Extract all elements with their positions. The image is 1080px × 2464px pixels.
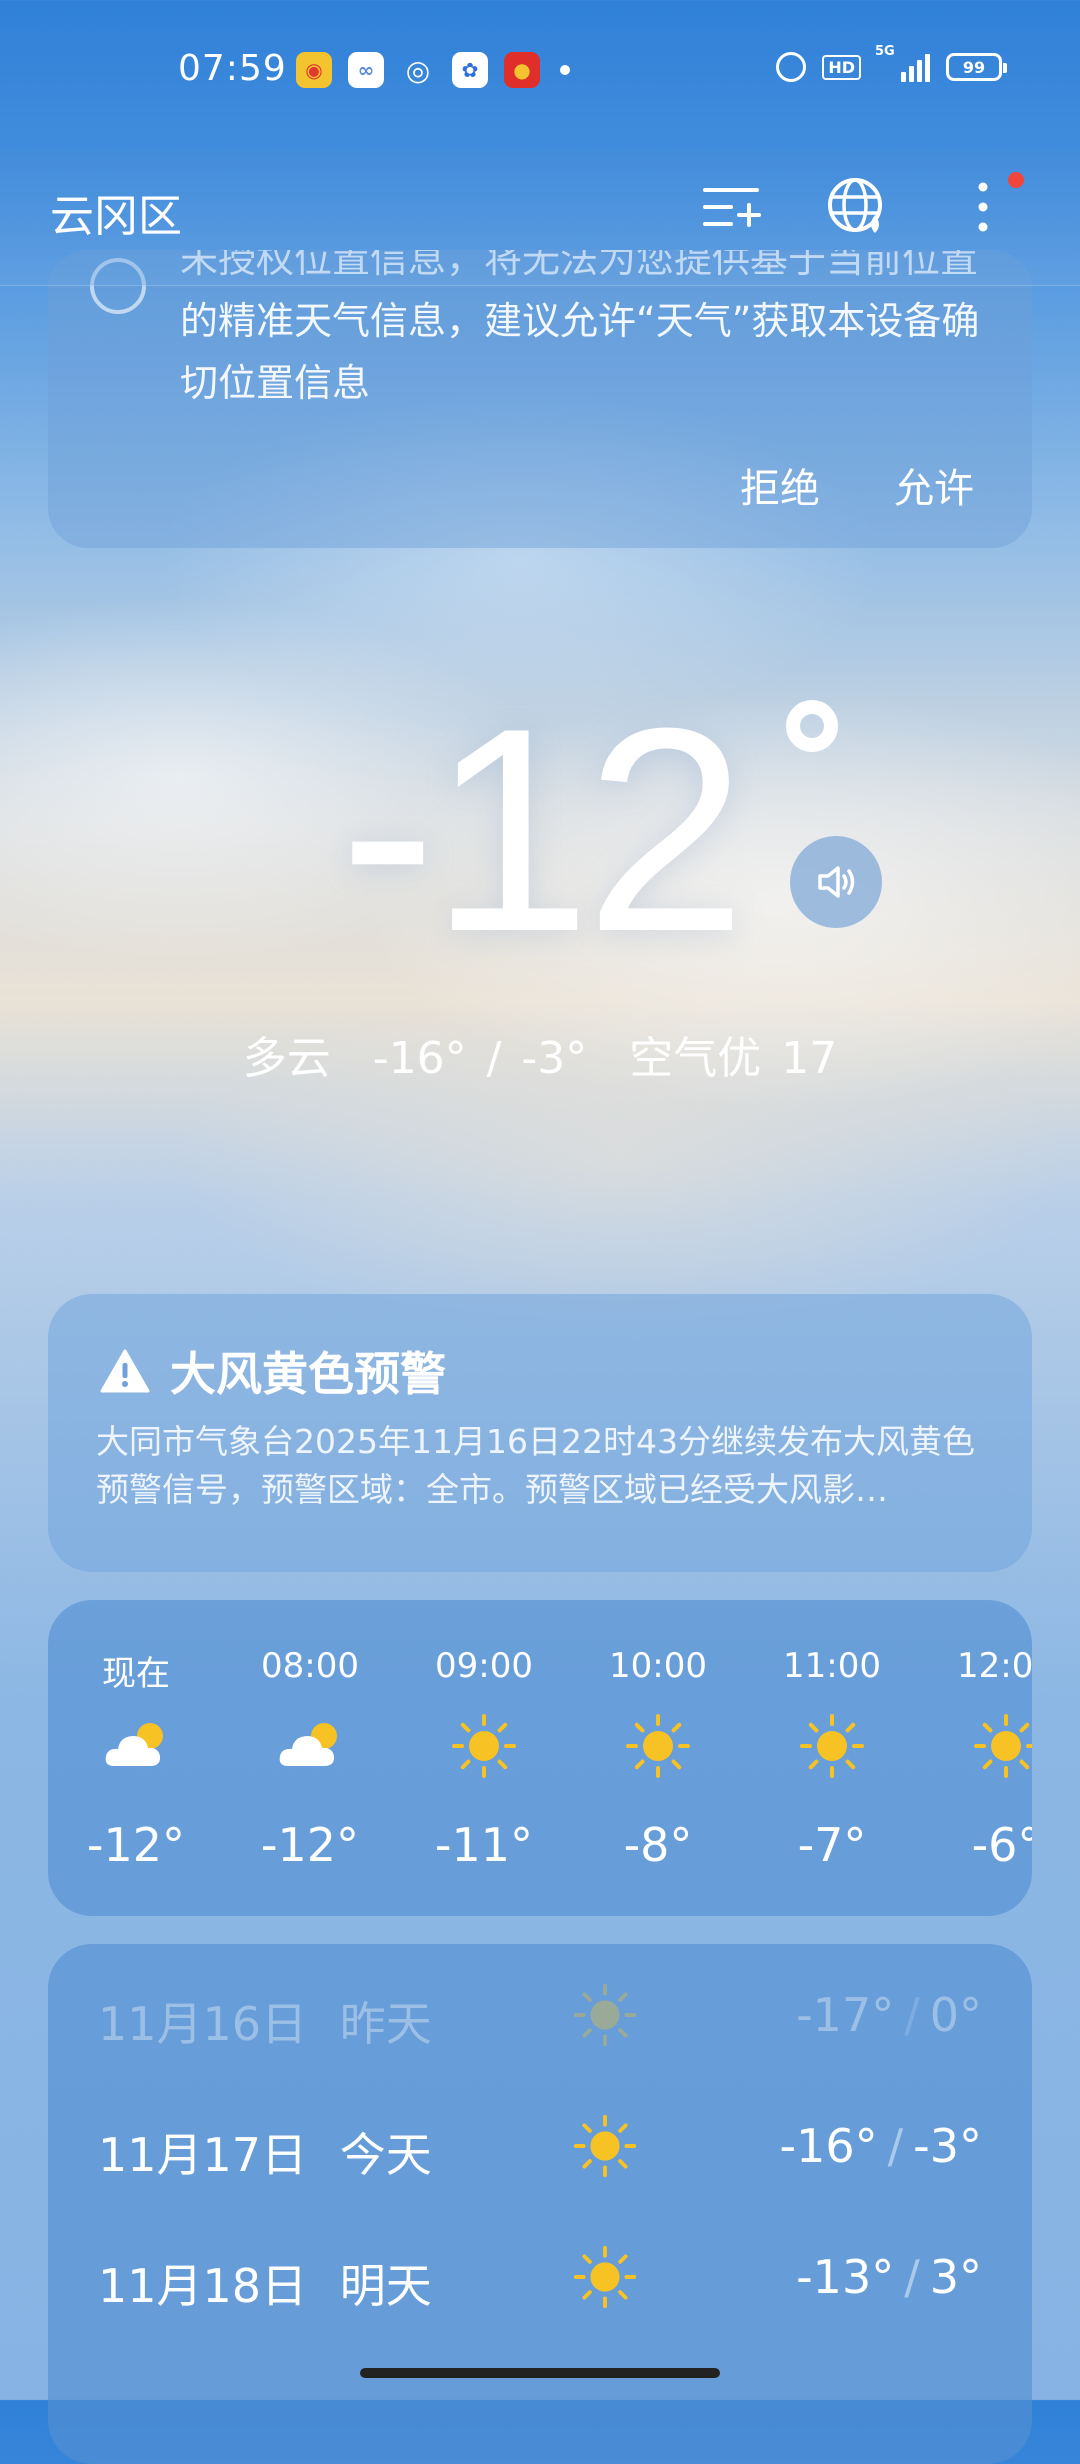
hourly-icon <box>274 1710 346 1782</box>
daily-icon <box>570 2111 640 2181</box>
signal-icon: 5G <box>875 44 930 82</box>
wechat-icon: ◎ <box>405 53 431 87</box>
daily-high: 3° <box>929 2250 982 2304</box>
manage-cities-button[interactable] <box>696 172 766 242</box>
hourly-time: 09:00 <box>435 1646 533 1686</box>
weibo-icon: ◉ <box>296 52 332 88</box>
daily-low: -13° <box>796 2250 895 2304</box>
speaker-icon <box>818 866 855 898</box>
global-weather-button[interactable] <box>822 172 892 242</box>
sun-icon <box>452 1714 516 1778</box>
sun-icon <box>573 2114 637 2178</box>
hourly-temp: -8° <box>623 1818 693 1872</box>
hourly-time: 08:00 <box>261 1646 359 1686</box>
hourly-temp: -6° <box>971 1818 1032 1872</box>
warning-title: 大风黄色预警 <box>170 1347 446 1401</box>
daily-date-text: 11月17日 <box>98 2128 308 2182</box>
temperature-range: -16° / -3° <box>372 1033 588 1084</box>
daily-temp-range: -13°/3° <box>796 2250 982 2304</box>
sun-icon <box>974 1714 1032 1778</box>
daily-icon <box>570 2242 640 2312</box>
hourly-temp: -11° <box>434 1818 534 1872</box>
temperature-value: -12 <box>339 668 746 992</box>
allow-button[interactable]: 允许 <box>894 456 974 514</box>
hourly-temp: -12° <box>86 1818 186 1872</box>
weather-warning-card[interactable]: 大风黄色预警 大同市气象台2025年11月16日22时43分继续发布大风黄色预警… <box>48 1294 1032 1572</box>
hourly-icon <box>100 1710 172 1782</box>
daily-low: -17° <box>796 1988 895 2042</box>
more-vertical-icon <box>978 182 988 232</box>
weather-summary: 多云 -16° / -3° 空气优 17 <box>0 1022 1080 1086</box>
more-notifications-dot <box>560 65 570 75</box>
red-packet-icon: ● <box>504 52 540 88</box>
hourly-icon <box>796 1710 868 1782</box>
range-separator: / <box>904 2250 920 2304</box>
notification-dot <box>1008 172 1024 188</box>
daily-high: 0° <box>929 1988 982 2042</box>
sun-icon <box>573 2245 637 2309</box>
warning-title-row: 大风黄色预警 <box>100 1338 446 1404</box>
daily-temp-range: -17°/0° <box>796 1988 982 2042</box>
hourly-icon <box>622 1710 694 1782</box>
air-quality[interactable]: 空气优 17 <box>629 1033 837 1084</box>
hourly-time: 10:00 <box>609 1646 707 1686</box>
city-name[interactable]: 云冈区 <box>50 180 182 244</box>
sun-icon <box>800 1714 864 1778</box>
daily-date-text: 11月18日 <box>98 2259 308 2313</box>
daily-row[interactable]: 11月17日 今天 -16° / -3° <box>48 2081 1032 2211</box>
deny-button[interactable]: 拒绝 <box>740 456 820 514</box>
range-separator: / <box>887 2119 904 2173</box>
status-time: 07:59 <box>178 48 287 89</box>
baidu-icon: ✿ <box>452 52 488 88</box>
hd-icon: HD <box>822 54 861 80</box>
location-permission-card: 未授权位置信息，将无法为您提供基于当前位置的精准天气信息，建议允许“天气”获取本… <box>48 250 1032 548</box>
daily-high: -3° <box>913 2119 982 2173</box>
range-separator: / <box>904 1988 920 2042</box>
alarm-icon <box>776 52 807 82</box>
daily-row[interactable]: 11月18日 明天 -13°/3° <box>48 2212 1032 2342</box>
network-type: 5G <box>875 44 895 59</box>
hourly-icon <box>970 1710 1032 1782</box>
hourly-time: 现在 <box>102 1654 170 1694</box>
daily-forecast-card[interactable]: 11月16日 昨天 -17°/0° 11月17日 今天 -16° / -3° 11月… <box>48 1944 1032 2464</box>
daily-date-text: 11月16日 <box>98 1997 308 2051</box>
daily-day-label: 明天 <box>339 2259 432 2313</box>
warning-description: 大同市气象台2025年11月16日22时43分继续发布大风黄色预警信号，预警区域… <box>96 1422 975 1509</box>
home-indicator[interactable] <box>360 2368 720 2378</box>
battery-level: 99 <box>962 57 986 77</box>
daily-icon <box>570 1980 640 2050</box>
sun-icon <box>573 1983 637 2047</box>
partly-cloudy-icon <box>105 1723 163 1766</box>
hourly-time: 12:00 <box>957 1646 1032 1686</box>
daily-row[interactable]: 11月16日 昨天 -17°/0° <box>48 1950 1032 2080</box>
daily-date: 11月18日 明天 <box>98 2250 432 2316</box>
daily-day-label: 今天 <box>339 2128 432 2182</box>
notification-icons: ◉ ∞ ◎ ✿ ● <box>296 52 570 88</box>
system-icons: HD 5G 99 <box>776 44 1007 82</box>
sun-icon <box>626 1714 690 1778</box>
more-options-button[interactable] <box>948 172 1024 242</box>
daily-date: 11月16日 昨天 <box>98 1988 432 2054</box>
warning-icon <box>100 1349 150 1393</box>
daily-low: -16° <box>779 2119 878 2173</box>
daily-date: 11月17日 今天 <box>98 2119 432 2185</box>
title-bar: 云冈区 <box>0 150 1080 286</box>
hourly-icon <box>448 1710 520 1782</box>
condition-text: 多云 <box>242 1033 331 1084</box>
globe-icon <box>828 178 882 233</box>
voice-broadcast-button[interactable] <box>790 836 882 928</box>
daily-day-label: 昨天 <box>339 1997 432 2051</box>
partly-cloudy-icon <box>279 1723 337 1766</box>
degree-symbol <box>786 700 838 752</box>
hourly-forecast-card[interactable]: 现在 -12° 08:00 -12° 09:00 -11° 10:00 -8° … <box>48 1600 1032 1916</box>
app-rings-icon: ∞ <box>348 52 384 88</box>
hourly-time: 11:00 <box>783 1646 881 1686</box>
battery-icon: 99 <box>946 53 1007 81</box>
add-city-list-icon <box>703 188 761 227</box>
status-bar: 07:59 ◉ ∞ ◎ ✿ ● HD 5G 99 <box>0 0 1080 150</box>
hourly-temp: -7° <box>797 1818 867 1872</box>
daily-temp-range: -16° / -3° <box>779 2119 982 2173</box>
hourly-temp: -12° <box>260 1818 360 1872</box>
